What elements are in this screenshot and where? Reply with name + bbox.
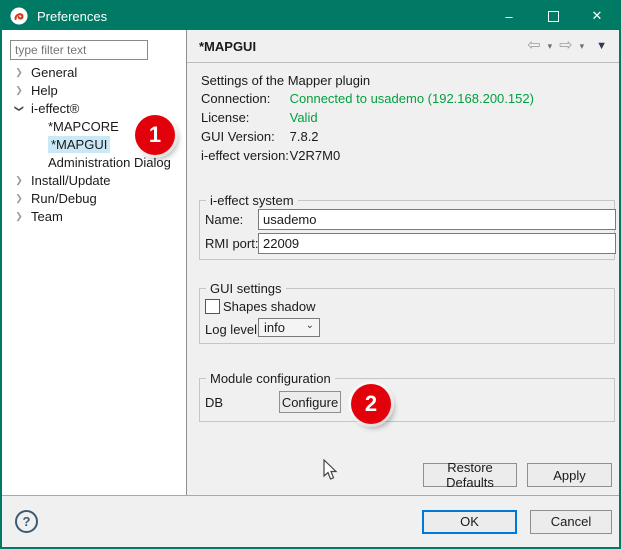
shapes-shadow-checkbox[interactable]: [205, 299, 220, 314]
dialog-button-bar: ? OK Cancel: [2, 495, 619, 547]
chevron-right-icon[interactable]: ❯: [14, 85, 24, 96]
mouse-cursor: [323, 459, 339, 481]
license-row: License: Valid: [201, 110, 318, 126]
tree-item-label: Help: [31, 83, 58, 98]
group-legend: i-effect system: [206, 193, 298, 208]
license-status: Valid: [290, 110, 318, 125]
chevron-right-icon[interactable]: ❯: [14, 67, 24, 78]
rmi-port-label: RMI port:: [205, 236, 258, 251]
rmi-port-input[interactable]: [258, 233, 616, 254]
tree-item-label: General: [31, 65, 77, 80]
preferences-dialog: Preferences – ✕ ❯ General ❯ Help ❯ i-eff…: [0, 0, 621, 549]
connection-row: Connection: Connected to usademo (192.16…: [201, 91, 534, 107]
window-title: Preferences: [37, 9, 107, 24]
cancel-button[interactable]: Cancel: [530, 510, 612, 534]
gui-version-value: 7.8.2: [290, 129, 319, 144]
tree-item-label: Run/Debug: [31, 191, 97, 206]
name-input[interactable]: [258, 209, 616, 230]
annotation-badge-2: 2: [351, 384, 391, 424]
tree-item-help[interactable]: ❯ Help: [2, 81, 186, 99]
minimize-icon: –: [505, 9, 512, 24]
module-configuration-group: Module configuration DB Configure: [199, 378, 615, 422]
db-label: DB: [205, 395, 223, 410]
tree-item-label: i-effect®: [31, 101, 79, 116]
connection-status: Connected to usademo (192.168.200.152): [290, 91, 534, 106]
chevron-down-icon[interactable]: ❯: [14, 103, 25, 113]
log-level-label: Log level:: [205, 322, 261, 337]
tree-item-run-debug[interactable]: ❯ Run/Debug: [2, 189, 186, 207]
log-level-select[interactable]: info ⌄: [258, 318, 320, 337]
group-legend: GUI settings: [206, 281, 286, 296]
ieffect-version-value: V2R7M0: [290, 148, 341, 163]
filter-input[interactable]: [10, 40, 148, 60]
close-button[interactable]: ✕: [575, 2, 619, 30]
back-history-dropdown-icon[interactable]: ▾: [548, 42, 553, 51]
tree-item-general[interactable]: ❯ General: [2, 63, 186, 81]
group-legend: Module configuration: [206, 371, 335, 386]
help-icon: ?: [23, 514, 31, 529]
plugin-description: Settings of the Mapper plugin: [201, 73, 370, 88]
restore-defaults-button[interactable]: Restore Defaults: [423, 463, 517, 487]
maximize-icon: [548, 11, 559, 22]
gui-settings-group: GUI settings Shapes shadow Log level: in…: [199, 288, 615, 344]
tree-item-label-selected: *MAPGUI: [48, 136, 110, 153]
forward-history-dropdown-icon[interactable]: ▾: [580, 42, 585, 51]
connection-label: Connection:: [201, 91, 286, 106]
ieffect-version-label: i-effect version:: [201, 148, 286, 163]
gui-version-label: GUI Version:: [201, 129, 286, 144]
ieffect-version-row: i-effect version: V2R7M0: [201, 148, 340, 164]
name-label: Name:: [205, 212, 243, 227]
tree-item-install-update[interactable]: ❯ Install/Update: [2, 171, 186, 189]
preferences-sidebar: ❯ General ❯ Help ❯ i-effect® *MAPCORE *M…: [2, 30, 187, 495]
chevron-right-icon[interactable]: ❯: [14, 175, 24, 186]
minimize-button[interactable]: –: [487, 2, 531, 30]
app-logo-icon: [10, 7, 28, 25]
page-title: *MAPGUI: [199, 39, 256, 54]
forward-arrow-icon[interactable]: ⇨: [559, 38, 572, 54]
ok-button[interactable]: OK: [422, 510, 517, 534]
help-button[interactable]: ?: [15, 510, 38, 533]
panel-header: *MAPGUI ⇦ ▾ ⇨ ▾ ▼: [187, 30, 619, 63]
title-bar[interactable]: Preferences – ✕: [2, 2, 619, 30]
settings-panel: *MAPGUI ⇦ ▾ ⇨ ▾ ▼ Settings of the Mapper…: [187, 30, 619, 495]
combo-chevron-icon: ⌄: [306, 321, 314, 331]
annotation-badge-1: 1: [135, 115, 175, 155]
chevron-right-icon[interactable]: ❯: [14, 193, 24, 204]
tree-item-label: Team: [31, 209, 63, 224]
view-menu-icon[interactable]: ▼: [596, 41, 607, 52]
tree-item-label: Administration Dialog: [48, 155, 171, 170]
apply-button[interactable]: Apply: [527, 463, 612, 487]
chevron-right-icon[interactable]: ❯: [14, 211, 24, 222]
tree-item-label: *MAPCORE: [48, 119, 119, 134]
ieffect-system-group: i-effect system Name: RMI port:: [199, 200, 615, 260]
close-icon: ✕: [592, 8, 603, 24]
tree-item-team[interactable]: ❯ Team: [2, 207, 186, 225]
shapes-shadow-label: Shapes shadow: [223, 299, 316, 314]
log-level-value: info: [264, 320, 285, 335]
maximize-button[interactable]: [531, 2, 575, 30]
tree-item-label: Install/Update: [31, 173, 111, 188]
back-arrow-icon[interactable]: ⇦: [527, 38, 540, 54]
configure-button[interactable]: Configure: [279, 391, 341, 413]
tree-item-administration-dialog[interactable]: Administration Dialog: [2, 153, 186, 171]
gui-version-row: GUI Version: 7.8.2: [201, 129, 319, 145]
license-label: License:: [201, 110, 286, 125]
